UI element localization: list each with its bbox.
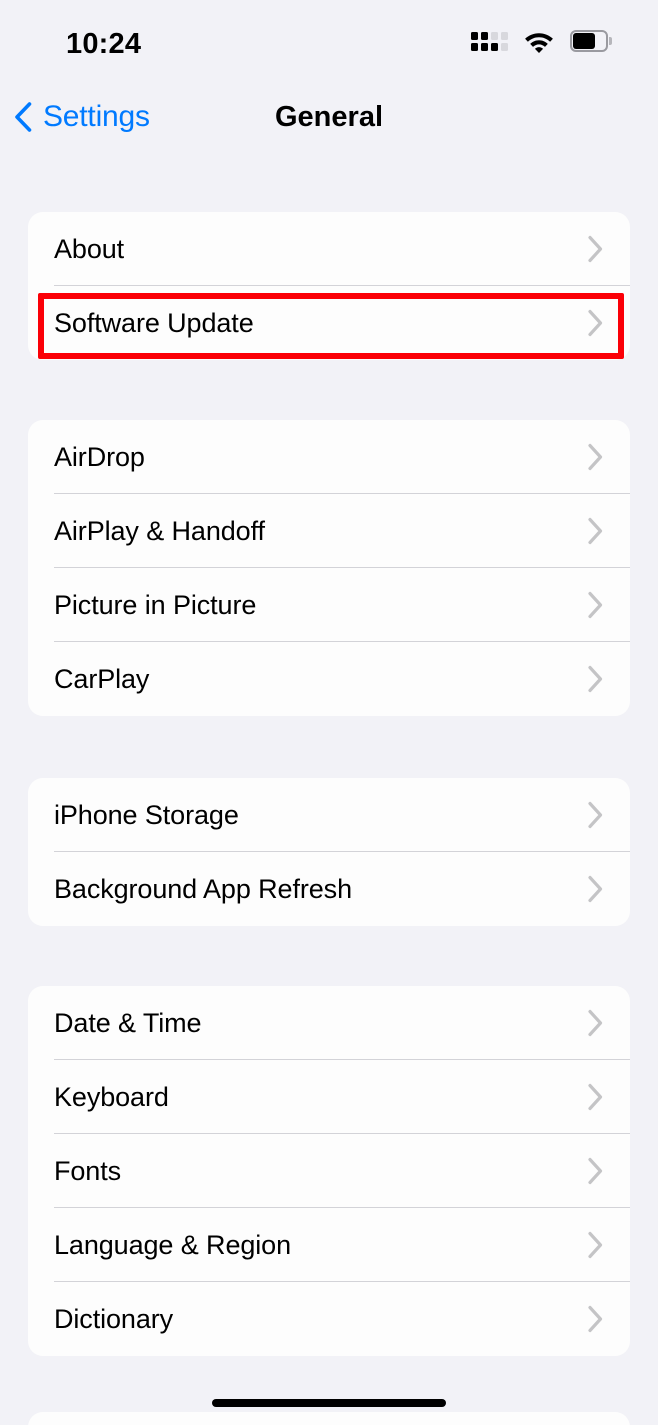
settings-row-date-time[interactable]: Date & Time	[28, 986, 630, 1060]
chevron-right-icon	[588, 801, 603, 829]
settings-row-label: Keyboard	[54, 1081, 169, 1112]
chevron-right-icon	[588, 517, 603, 545]
cellular-signal-icon	[471, 31, 508, 51]
settings-group-localization: Date & Time Keyboard Fonts Language & Re…	[28, 986, 630, 1356]
settings-row-label: Background App Refresh	[54, 873, 352, 904]
settings-row-label: Dictionary	[54, 1303, 174, 1334]
settings-row-keyboard[interactable]: Keyboard	[28, 1060, 630, 1134]
settings-row-label: About	[54, 233, 125, 264]
chevron-right-icon	[588, 1231, 603, 1259]
settings-general-screen: 10:24 Settings General About Software Up…	[0, 0, 658, 1425]
settings-row-carplay[interactable]: CarPlay	[28, 642, 630, 716]
status-bar-time: 10:24	[66, 28, 142, 60]
wifi-icon	[524, 30, 554, 53]
settings-row-label: Fonts	[54, 1155, 122, 1186]
chevron-right-icon	[588, 309, 603, 337]
settings-row-label: Date & Time	[54, 1007, 202, 1038]
battery-icon	[570, 30, 612, 52]
settings-row-label: AirDrop	[54, 441, 145, 472]
chevron-right-icon	[588, 1305, 603, 1333]
settings-row-label: iPhone Storage	[54, 799, 239, 830]
settings-row-label: Software Update	[54, 307, 254, 338]
status-bar-indicators	[471, 28, 612, 54]
settings-row-airdrop[interactable]: AirDrop	[28, 420, 630, 494]
settings-row-fonts[interactable]: Fonts	[28, 1134, 630, 1208]
navigation-bar: Settings General	[0, 92, 658, 146]
chevron-right-icon	[588, 591, 603, 619]
settings-row-label: AirPlay & Handoff	[54, 515, 265, 546]
page-title: General	[275, 100, 383, 133]
settings-row-software-update[interactable]: Software Update	[28, 286, 630, 360]
settings-row-label: CarPlay	[54, 663, 150, 694]
settings-group-system: About Software Update	[28, 212, 630, 360]
settings-group-connectivity: AirDrop AirPlay & Handoff Picture in Pic…	[28, 420, 630, 716]
settings-row-background-app-refresh[interactable]: Background App Refresh	[28, 852, 630, 926]
settings-row-iphone-storage[interactable]: iPhone Storage	[28, 778, 630, 852]
settings-row-language-region[interactable]: Language & Region	[28, 1208, 630, 1282]
settings-row-dictionary[interactable]: Dictionary	[28, 1282, 630, 1356]
battery-fill	[573, 33, 595, 49]
battery-cap	[609, 37, 612, 45]
settings-row-label: Picture in Picture	[54, 589, 257, 620]
status-bar: 10:24	[0, 0, 658, 78]
settings-group-storage: iPhone Storage Background App Refresh	[28, 778, 630, 926]
settings-row-about[interactable]: About	[28, 212, 630, 286]
chevron-right-icon	[588, 443, 603, 471]
settings-row-label: Language & Region	[54, 1229, 292, 1260]
chevron-right-icon	[588, 235, 603, 263]
chevron-right-icon	[588, 1157, 603, 1185]
settings-row-airplay-handoff[interactable]: AirPlay & Handoff	[28, 494, 630, 568]
home-indicator	[212, 1399, 446, 1407]
chevron-right-icon	[588, 665, 603, 693]
settings-group-next-partial	[28, 1412, 630, 1425]
chevron-right-icon	[588, 1083, 603, 1111]
settings-row-picture-in-picture[interactable]: Picture in Picture	[28, 568, 630, 642]
chevron-right-icon	[588, 875, 603, 903]
chevron-right-icon	[588, 1009, 603, 1037]
